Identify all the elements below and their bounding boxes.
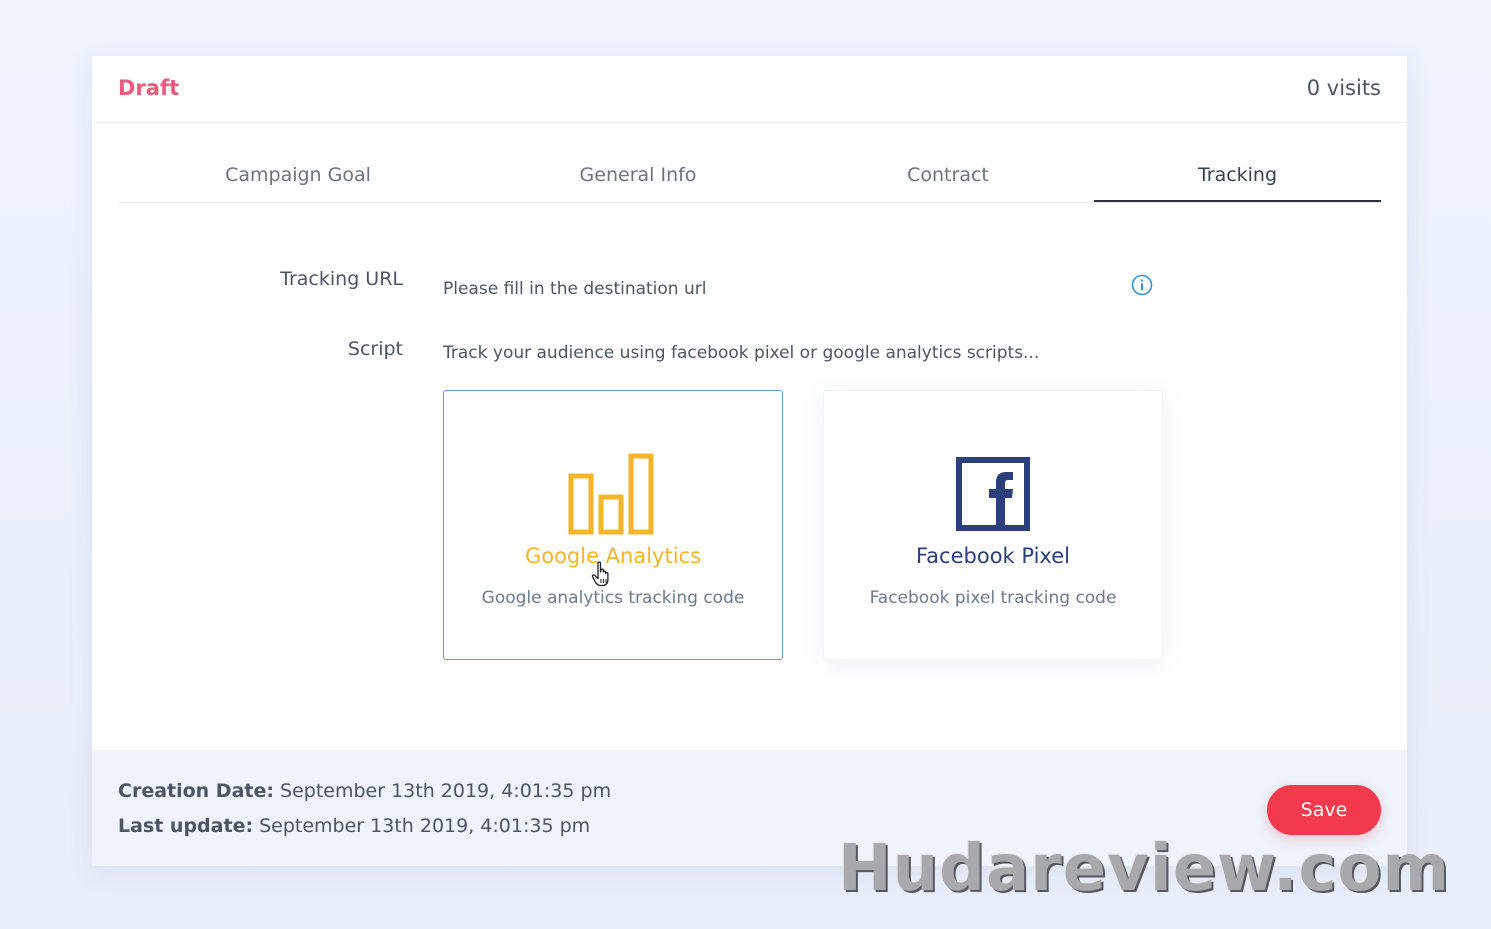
active-tab-indicator — [1094, 200, 1381, 202]
google-analytics-title: Google Analytics — [524, 544, 702, 568]
status-badge: Draft — [118, 76, 180, 100]
facebook-icon — [956, 457, 1030, 531]
campaign-card: Draft 0 visits Campaign Goal General Inf… — [92, 56, 1407, 866]
save-button[interactable]: Save — [1267, 785, 1381, 835]
page-background: Draft 0 visits Campaign Goal General Inf… — [0, 0, 1491, 929]
google-analytics-subtitle: Google analytics tracking code — [481, 588, 745, 608]
tracking-url-label: Tracking URL — [280, 268, 403, 290]
script-label: Script — [347, 338, 403, 360]
bar-chart-icon — [568, 453, 654, 535]
tab-contract[interactable]: Contract — [808, 164, 1088, 186]
creation-date: Creation Date: September 13th 2019, 4:01… — [118, 780, 611, 802]
tab-bar: Campaign Goal General Info Contract Trac… — [118, 156, 1381, 203]
tab-campaign-goal[interactable]: Campaign Goal — [118, 164, 478, 186]
facebook-pixel-subtitle: Facebook pixel tracking code — [869, 588, 1117, 608]
facebook-pixel-option[interactable]: Facebook Pixel Facebook pixel tracking c… — [823, 390, 1163, 660]
google-analytics-option[interactable]: Google Analytics Google analytics tracki… — [443, 390, 783, 660]
tab-tracking[interactable]: Tracking — [1094, 164, 1381, 186]
tab-general-info[interactable]: General Info — [493, 164, 783, 186]
watermark-text: Hudareview.com — [838, 832, 1451, 906]
creation-date-value: September 13th 2019, 4:01:35 pm — [273, 780, 612, 802]
last-update-value: September 13th 2019, 4:01:35 pm — [253, 815, 591, 837]
hand-cursor-icon — [591, 561, 609, 587]
facebook-pixel-title: Facebook Pixel — [916, 544, 1070, 568]
last-update: Last update: September 13th 2019, 4:01:3… — [118, 815, 590, 837]
visits-count: 0 visits — [1306, 76, 1381, 100]
creation-date-label: Creation Date: — [118, 780, 274, 802]
script-description: Track your audience using facebook pixel… — [443, 343, 1040, 363]
last-update-label: Last update: — [118, 815, 254, 837]
tracking-url-input[interactable]: Please fill in the destination url — [443, 279, 706, 299]
info-icon[interactable] — [1131, 274, 1153, 296]
card-header: Draft 0 visits — [92, 56, 1407, 123]
